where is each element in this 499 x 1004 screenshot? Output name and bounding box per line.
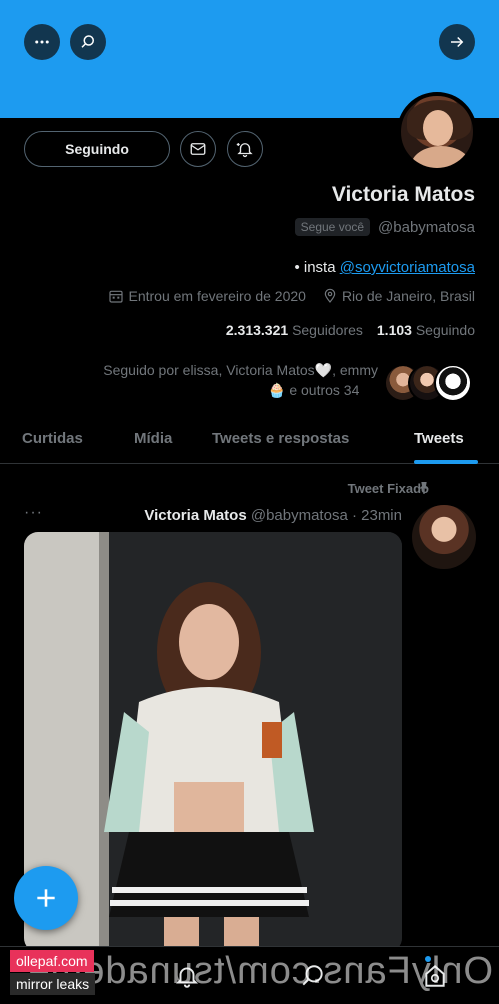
profile-bio: • insta @soyvictoriamatosa (294, 259, 475, 276)
search-button[interactable] (70, 24, 106, 60)
pinned-label: Tweet Fixado (347, 481, 429, 496)
more-icon (35, 40, 49, 44)
profile-name: Victoria Matos (331, 183, 475, 206)
bio-prefix: • insta (294, 259, 336, 276)
site-tag: ollepaf.com (10, 950, 94, 972)
notification-bell-icon (236, 143, 253, 158)
bio-link[interactable]: @soyvictoriamatosa (340, 259, 475, 276)
search-icon (81, 35, 94, 48)
tweet-author-name[interactable]: Victoria Matos (144, 507, 246, 524)
location-icon (324, 288, 336, 303)
search-nav-icon[interactable] (300, 963, 326, 989)
joined-date: Entrou em fevereiro de 2020 (108, 288, 306, 304)
compose-icon (37, 889, 55, 907)
mirror-tag: mirror leaks (10, 973, 96, 995)
tab-media[interactable]: Mídia (134, 430, 172, 447)
tweet-time: · 23min (351, 507, 402, 524)
profile-tabs: Tweets Tweets e respostas Mídia Curtidas (0, 418, 499, 464)
arrow-right-icon (451, 36, 464, 48)
profile-avatar[interactable] (397, 92, 477, 172)
profile-meta: Entrou em fevereiro de 2020 Rio de Janei… (108, 288, 475, 304)
tab-tweets-and-replies[interactable]: Tweets e respostas (212, 430, 349, 447)
compose-tweet-button[interactable] (14, 866, 78, 930)
followed-by-text[interactable]: Seguido por elissa, Victoria Matos🤍, emm… (48, 360, 378, 400)
bell-nav-icon[interactable] (174, 963, 200, 989)
location-text: Rio de Janeiro, Brasil (341, 288, 475, 304)
tweet-more-button[interactable]: ··· (24, 504, 43, 522)
tweet-header: Victoria Matos @babymatosa · 23min (144, 507, 402, 524)
active-tab-indicator (414, 460, 478, 464)
profile-handle: @babymatosa (378, 218, 475, 236)
followed-by-avatars[interactable] (384, 364, 476, 404)
follows-you-badge: Segue você (294, 218, 371, 236)
notification-dot (425, 956, 431, 962)
following-button[interactable]: Seguindo (24, 131, 170, 167)
followers-count[interactable]: 2.313.321 Seguidores (226, 322, 363, 338)
tab-likes[interactable]: Curtidas (22, 430, 83, 447)
follow-counts: 2.313.321 Seguidores 1.103 Seguindo (226, 322, 475, 338)
message-button[interactable] (180, 131, 216, 167)
photo (24, 532, 402, 952)
tweet-media[interactable] (24, 532, 402, 952)
location: Rio de Janeiro, Brasil (322, 288, 475, 304)
tweet-author-handle[interactable]: @babymatosa (251, 507, 348, 524)
more-options-button[interactable] (24, 24, 60, 60)
following-count[interactable]: 1.103 Seguindo (377, 322, 475, 338)
joined-text: Entrou em fevereiro de 2020 (128, 288, 306, 304)
followed-by-line-2: 🧁 e outros 34 (268, 382, 360, 398)
tab-tweets[interactable]: Tweets (414, 430, 464, 447)
back-button[interactable] (439, 24, 475, 60)
avatar (434, 364, 472, 402)
tweet-author-avatar[interactable] (412, 505, 476, 569)
followed-by-line-1: Seguido por elissa, Victoria Matos🤍, emm… (103, 362, 378, 378)
handle-row: Segue você @babymatosa (294, 218, 475, 236)
profile-nav-icon[interactable] (422, 963, 448, 989)
notifications-toggle-button[interactable] (227, 131, 263, 167)
calendar-icon (109, 290, 124, 303)
mail-icon (190, 143, 206, 155)
